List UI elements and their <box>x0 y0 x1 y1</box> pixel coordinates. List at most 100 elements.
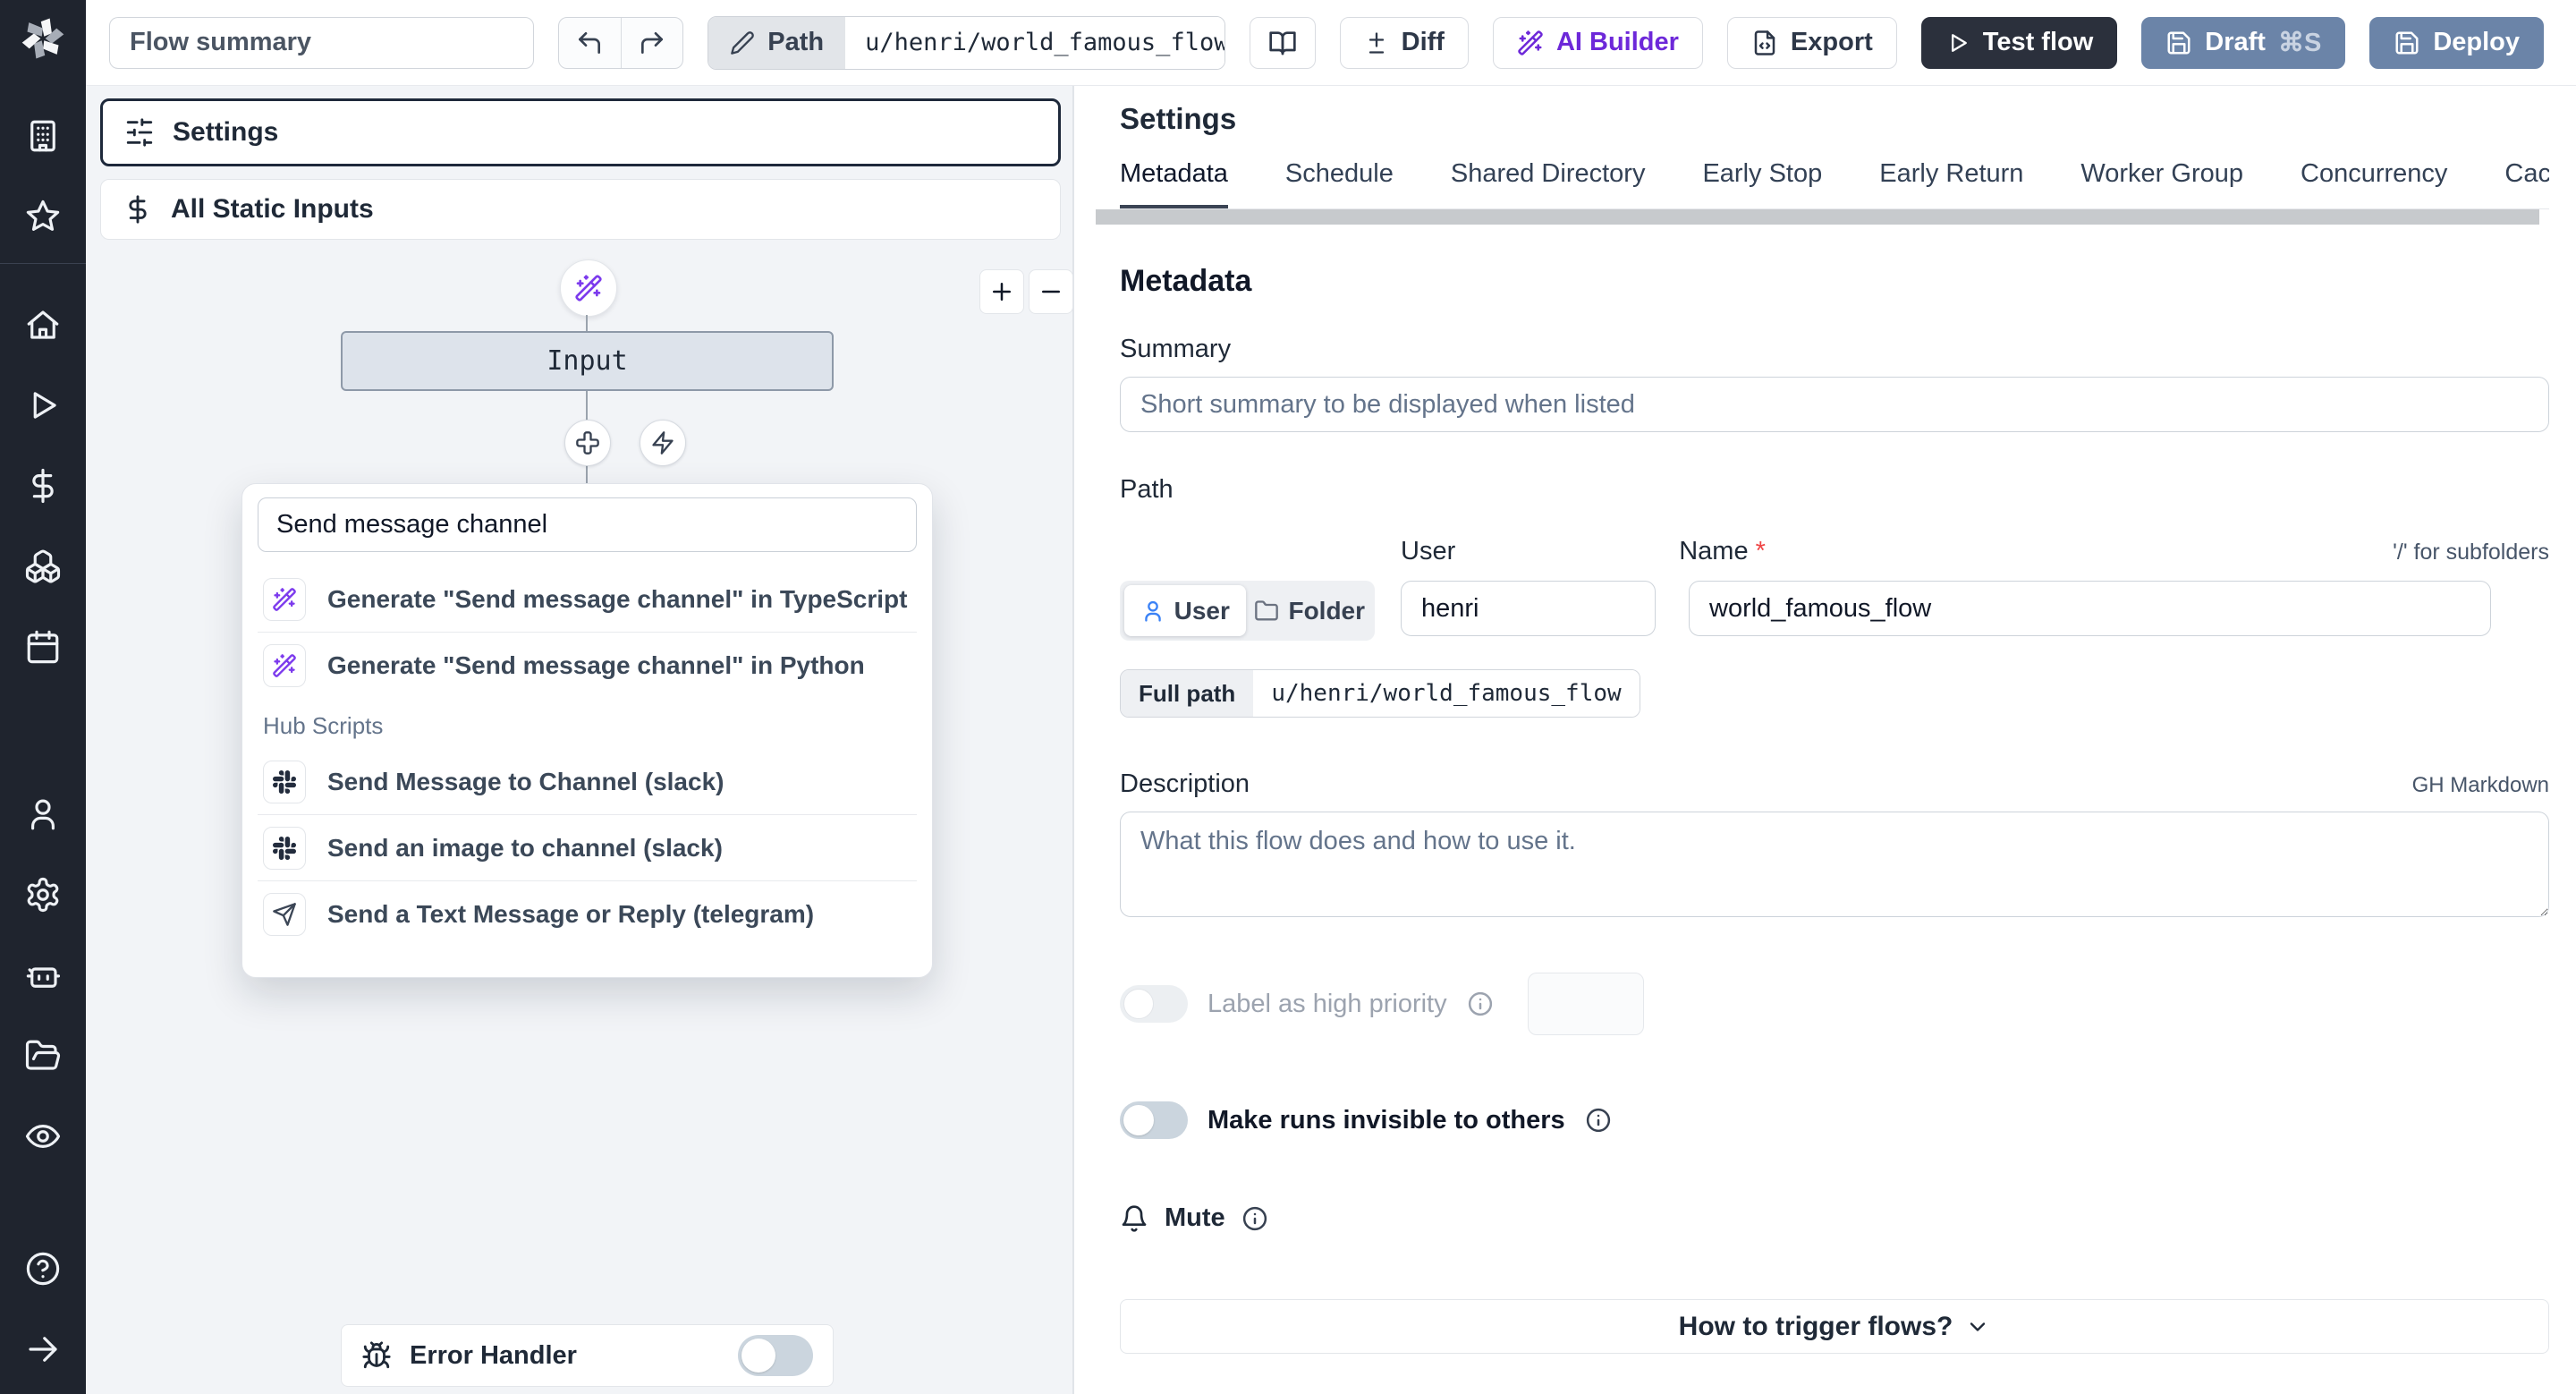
draft-button[interactable]: Draft ⌘S <box>2141 16 2346 69</box>
hub-script-item[interactable]: Send an image to channel (slack) <box>258 814 917 880</box>
flow-editor-app: Path u/henri/world_famous_flow Diff AI B… <box>0 0 2576 1394</box>
priority-value-input[interactable] <box>1527 973 1644 1035</box>
settings-panel: Settings Metadata Schedule Shared Direct… <box>1073 86 2576 1394</box>
input-node[interactable]: Input <box>341 331 834 391</box>
user-icon <box>31 799 55 830</box>
summary-input[interactable] <box>1120 377 2549 432</box>
sidebar-item-runs[interactable] <box>16 378 70 432</box>
sidebar-item-workers[interactable] <box>16 948 70 1002</box>
flow-path-value: u/henri/world_famous_flow <box>845 16 1225 69</box>
description-textarea[interactable] <box>1120 812 2549 917</box>
folder-icon <box>1255 599 1279 620</box>
sidebar-item-schedules[interactable] <box>16 620 70 674</box>
test-flow-label: Test flow <box>1982 28 2094 56</box>
sidebar-item-resources[interactable] <box>16 540 70 593</box>
sidebar-item-workspace[interactable] <box>16 109 70 163</box>
error-handler-toggle[interactable] <box>738 1335 813 1376</box>
high-priority-toggle[interactable] <box>1120 985 1188 1023</box>
export-button[interactable]: Export <box>1726 16 1897 69</box>
sidebar-item-audit-logs[interactable] <box>16 1109 70 1163</box>
connector-line <box>586 315 588 331</box>
ai-flow-button[interactable] <box>560 259 617 317</box>
diff-button[interactable]: Diff <box>1339 16 1469 69</box>
dollar-icon <box>32 468 54 504</box>
generate-python-item[interactable]: Generate "Send message channel" in Pytho… <box>258 632 917 698</box>
wand-icon <box>263 577 306 621</box>
hub-script-item[interactable]: Send a Text Message or Reply (telegram) <box>258 880 917 947</box>
add-trigger-button[interactable] <box>640 420 686 466</box>
add-step-button[interactable] <box>564 420 611 466</box>
windmill-logo-icon[interactable] <box>19 14 67 63</box>
sliders-icon <box>126 118 153 147</box>
plus-icon <box>993 283 1011 301</box>
sidebar-item-settings[interactable] <box>16 868 70 922</box>
sidebar-item-folders[interactable] <box>16 1029 70 1083</box>
help-circle-icon <box>26 1252 60 1286</box>
path-name-input[interactable] <box>1689 581 2491 636</box>
hub-script-item[interactable]: Send Message to Channel (slack) <box>258 749 917 814</box>
subfolders-hint: '/' for subfolders <box>2393 540 2549 565</box>
path-controls: User Folder <box>1120 581 2549 641</box>
minus-icon <box>1042 290 1060 293</box>
building-icon <box>30 120 55 152</box>
undo-button[interactable] <box>559 18 621 68</box>
tab-metadata[interactable]: Metadata <box>1120 159 1228 208</box>
how-to-trigger-label: How to trigger flows? <box>1678 1311 1953 1341</box>
path-edit-button[interactable]: Path <box>708 16 846 69</box>
full-path-value: u/henri/world_famous_flow <box>1253 670 1640 717</box>
path-user-input[interactable] <box>1401 581 1656 636</box>
user-icon <box>1144 600 1161 622</box>
owner-user-label: User <box>1174 596 1230 625</box>
user-field-label: User <box>1401 537 1456 565</box>
sidebar-item-help[interactable] <box>16 1242 70 1296</box>
generate-typescript-item[interactable]: Generate "Send message channel" in TypeS… <box>258 566 917 632</box>
owner-folder-option[interactable]: Folder <box>1250 585 1371 636</box>
tab-worker-group[interactable]: Worker Group <box>2080 159 2243 208</box>
sidebar-item-users[interactable] <box>16 787 70 841</box>
gear-icon <box>27 877 59 913</box>
tabs-scrollbar[interactable] <box>1096 209 2539 225</box>
sidebar-item-home[interactable] <box>16 298 70 352</box>
wand-sparkles-icon <box>1518 30 1543 55</box>
owner-folder-label: Folder <box>1288 596 1366 625</box>
invisible-runs-toggle[interactable] <box>1120 1101 1188 1139</box>
zoom-in-button[interactable] <box>979 269 1024 314</box>
sidebar-divider <box>0 263 86 264</box>
tab-early-stop[interactable]: Early Stop <box>1702 159 1822 208</box>
save-icon <box>2167 31 2190 54</box>
pencil-icon <box>731 30 755 55</box>
sidebar-item-expand[interactable] <box>16 1322 70 1376</box>
info-icon <box>1586 1108 1610 1133</box>
invisible-runs-row: Make runs invisible to others <box>1120 1101 2549 1139</box>
static-inputs-label: All Static Inputs <box>171 194 374 224</box>
docs-button[interactable] <box>1250 16 1316 69</box>
deploy-button[interactable]: Deploy <box>2369 16 2544 69</box>
test-flow-button[interactable]: Test flow <box>1920 16 2118 69</box>
tab-early-return[interactable]: Early Return <box>1879 159 2023 208</box>
result-label: Generate "Send message channel" in Pytho… <box>327 650 865 679</box>
undo-redo-group <box>557 16 684 69</box>
sidebar-item-variables[interactable] <box>16 459 70 513</box>
tab-schedule[interactable]: Schedule <box>1285 159 1394 208</box>
sidebar <box>0 0 86 1394</box>
high-priority-label: Label as high priority <box>1208 989 1447 1018</box>
owner-user-option[interactable]: User <box>1124 585 1246 636</box>
full-path-label: Full path <box>1121 670 1254 717</box>
error-handler-node[interactable]: Error Handler <box>341 1324 834 1387</box>
ai-builder-button[interactable]: AI Builder <box>1492 16 1703 69</box>
tab-cache[interactable]: Cache <box>2504 159 2549 208</box>
zap-icon <box>652 431 674 455</box>
flow-summary-input[interactable] <box>109 16 534 69</box>
path-group[interactable]: Path u/henri/world_famous_flow <box>708 15 1226 70</box>
tab-concurrency[interactable]: Concurrency <box>2301 159 2447 208</box>
zoom-out-button[interactable] <box>1029 269 1073 314</box>
wand-sparkles-icon <box>575 275 602 302</box>
sidebar-item-favorites[interactable] <box>16 190 70 243</box>
flow-settings-card[interactable]: Settings <box>100 98 1061 166</box>
how-to-trigger-button[interactable]: How to trigger flows? <box>1120 1299 2549 1354</box>
info-icon <box>1242 1206 1267 1230</box>
redo-button[interactable] <box>620 17 682 68</box>
step-search-input[interactable] <box>258 497 917 552</box>
tab-shared-directory[interactable]: Shared Directory <box>1451 159 1646 208</box>
static-inputs-card[interactable]: All Static Inputs <box>100 179 1061 240</box>
